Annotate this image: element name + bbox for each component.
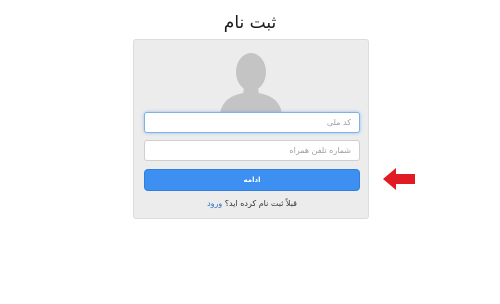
login-prompt: قبلاً ثبت نام کرده اید؟ ورود xyxy=(134,199,370,208)
login-prompt-text: قبلاً ثبت نام کرده اید؟ xyxy=(224,199,297,208)
arrow-left-icon xyxy=(383,168,415,190)
phone-number-input[interactable] xyxy=(144,140,360,161)
page-title: ثبت نام xyxy=(223,13,277,33)
signup-card: ادامه قبلاً ثبت نام کرده اید؟ ورود xyxy=(133,39,369,219)
user-silhouette-icon xyxy=(220,53,282,114)
continue-button[interactable]: ادامه xyxy=(144,169,360,191)
login-link[interactable]: ورود xyxy=(207,199,222,208)
national-id-input[interactable] xyxy=(144,112,360,133)
